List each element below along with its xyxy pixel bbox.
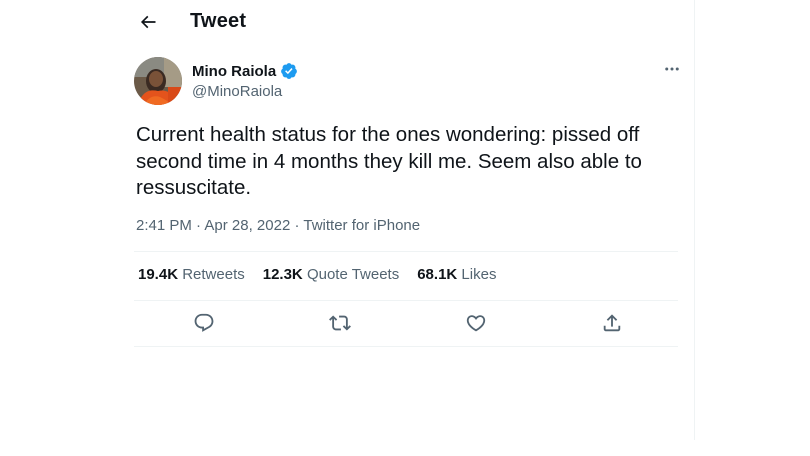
- likes-stat[interactable]: 68.1K Likes: [417, 266, 496, 283]
- author-name-row: Mino Raiola: [192, 62, 298, 80]
- more-options-button[interactable]: [662, 59, 682, 79]
- share-icon: [603, 314, 621, 332]
- retweets-stat[interactable]: 19.4K Retweets: [138, 266, 245, 283]
- quote-tweets-label: Quote Tweets: [306, 266, 400, 283]
- page-title: Tweet: [190, 10, 247, 32]
- divider: [134, 251, 678, 252]
- tweet-stats: 19.4K Retweets 12.3K Quote Tweets 68.1K …: [138, 266, 496, 283]
- retweets-count: 19.4K: [138, 266, 179, 283]
- meta-separator: ·: [294, 217, 300, 234]
- avatar[interactable]: [134, 57, 182, 105]
- heart-icon: [466, 315, 486, 332]
- tweet-author: Mino Raiola @MinoRaiola: [134, 57, 694, 107]
- more-horizontal-icon: [665, 67, 679, 71]
- tweet-actions: [134, 300, 678, 346]
- tweet-source[interactable]: Twitter for iPhone: [303, 217, 420, 234]
- tweet-text: Current health status for the ones wonde…: [136, 123, 642, 199]
- verified-badge-icon: [281, 63, 298, 79]
- author-name[interactable]: Mino Raiola: [192, 63, 276, 80]
- quote-tweets-stat[interactable]: 12.3K Quote Tweets: [263, 266, 399, 283]
- retweet-button[interactable]: [328, 311, 352, 335]
- reply-button[interactable]: [192, 311, 216, 335]
- divider: [134, 346, 678, 347]
- column-border: [694, 0, 695, 440]
- back-button[interactable]: [134, 8, 162, 36]
- quote-tweets-count: 12.3K: [262, 266, 303, 283]
- reply-icon: [194, 313, 214, 332]
- share-button[interactable]: [600, 311, 624, 335]
- retweets-label: Retweets: [182, 266, 245, 283]
- tweet-time[interactable]: 2:41 PM: [136, 217, 192, 234]
- author-handle[interactable]: @MinoRaiola: [192, 83, 282, 100]
- tweet-meta: 2:41 PM · Apr 28, 2022 · Twitter for iPh…: [136, 217, 420, 234]
- header-bar: Tweet: [118, 0, 694, 44]
- likes-count: 68.1K: [417, 266, 458, 283]
- like-button[interactable]: [464, 311, 488, 335]
- meta-separator: ·: [196, 217, 202, 234]
- tweet-date[interactable]: Apr 28, 2022: [204, 217, 290, 234]
- tweet-page: Tweet Mino Raiola @MinoRaiola Current he…: [0, 0, 810, 456]
- retweet-icon: [329, 315, 351, 331]
- likes-label: Likes: [461, 266, 497, 283]
- arrow-left-icon: [140, 15, 156, 29]
